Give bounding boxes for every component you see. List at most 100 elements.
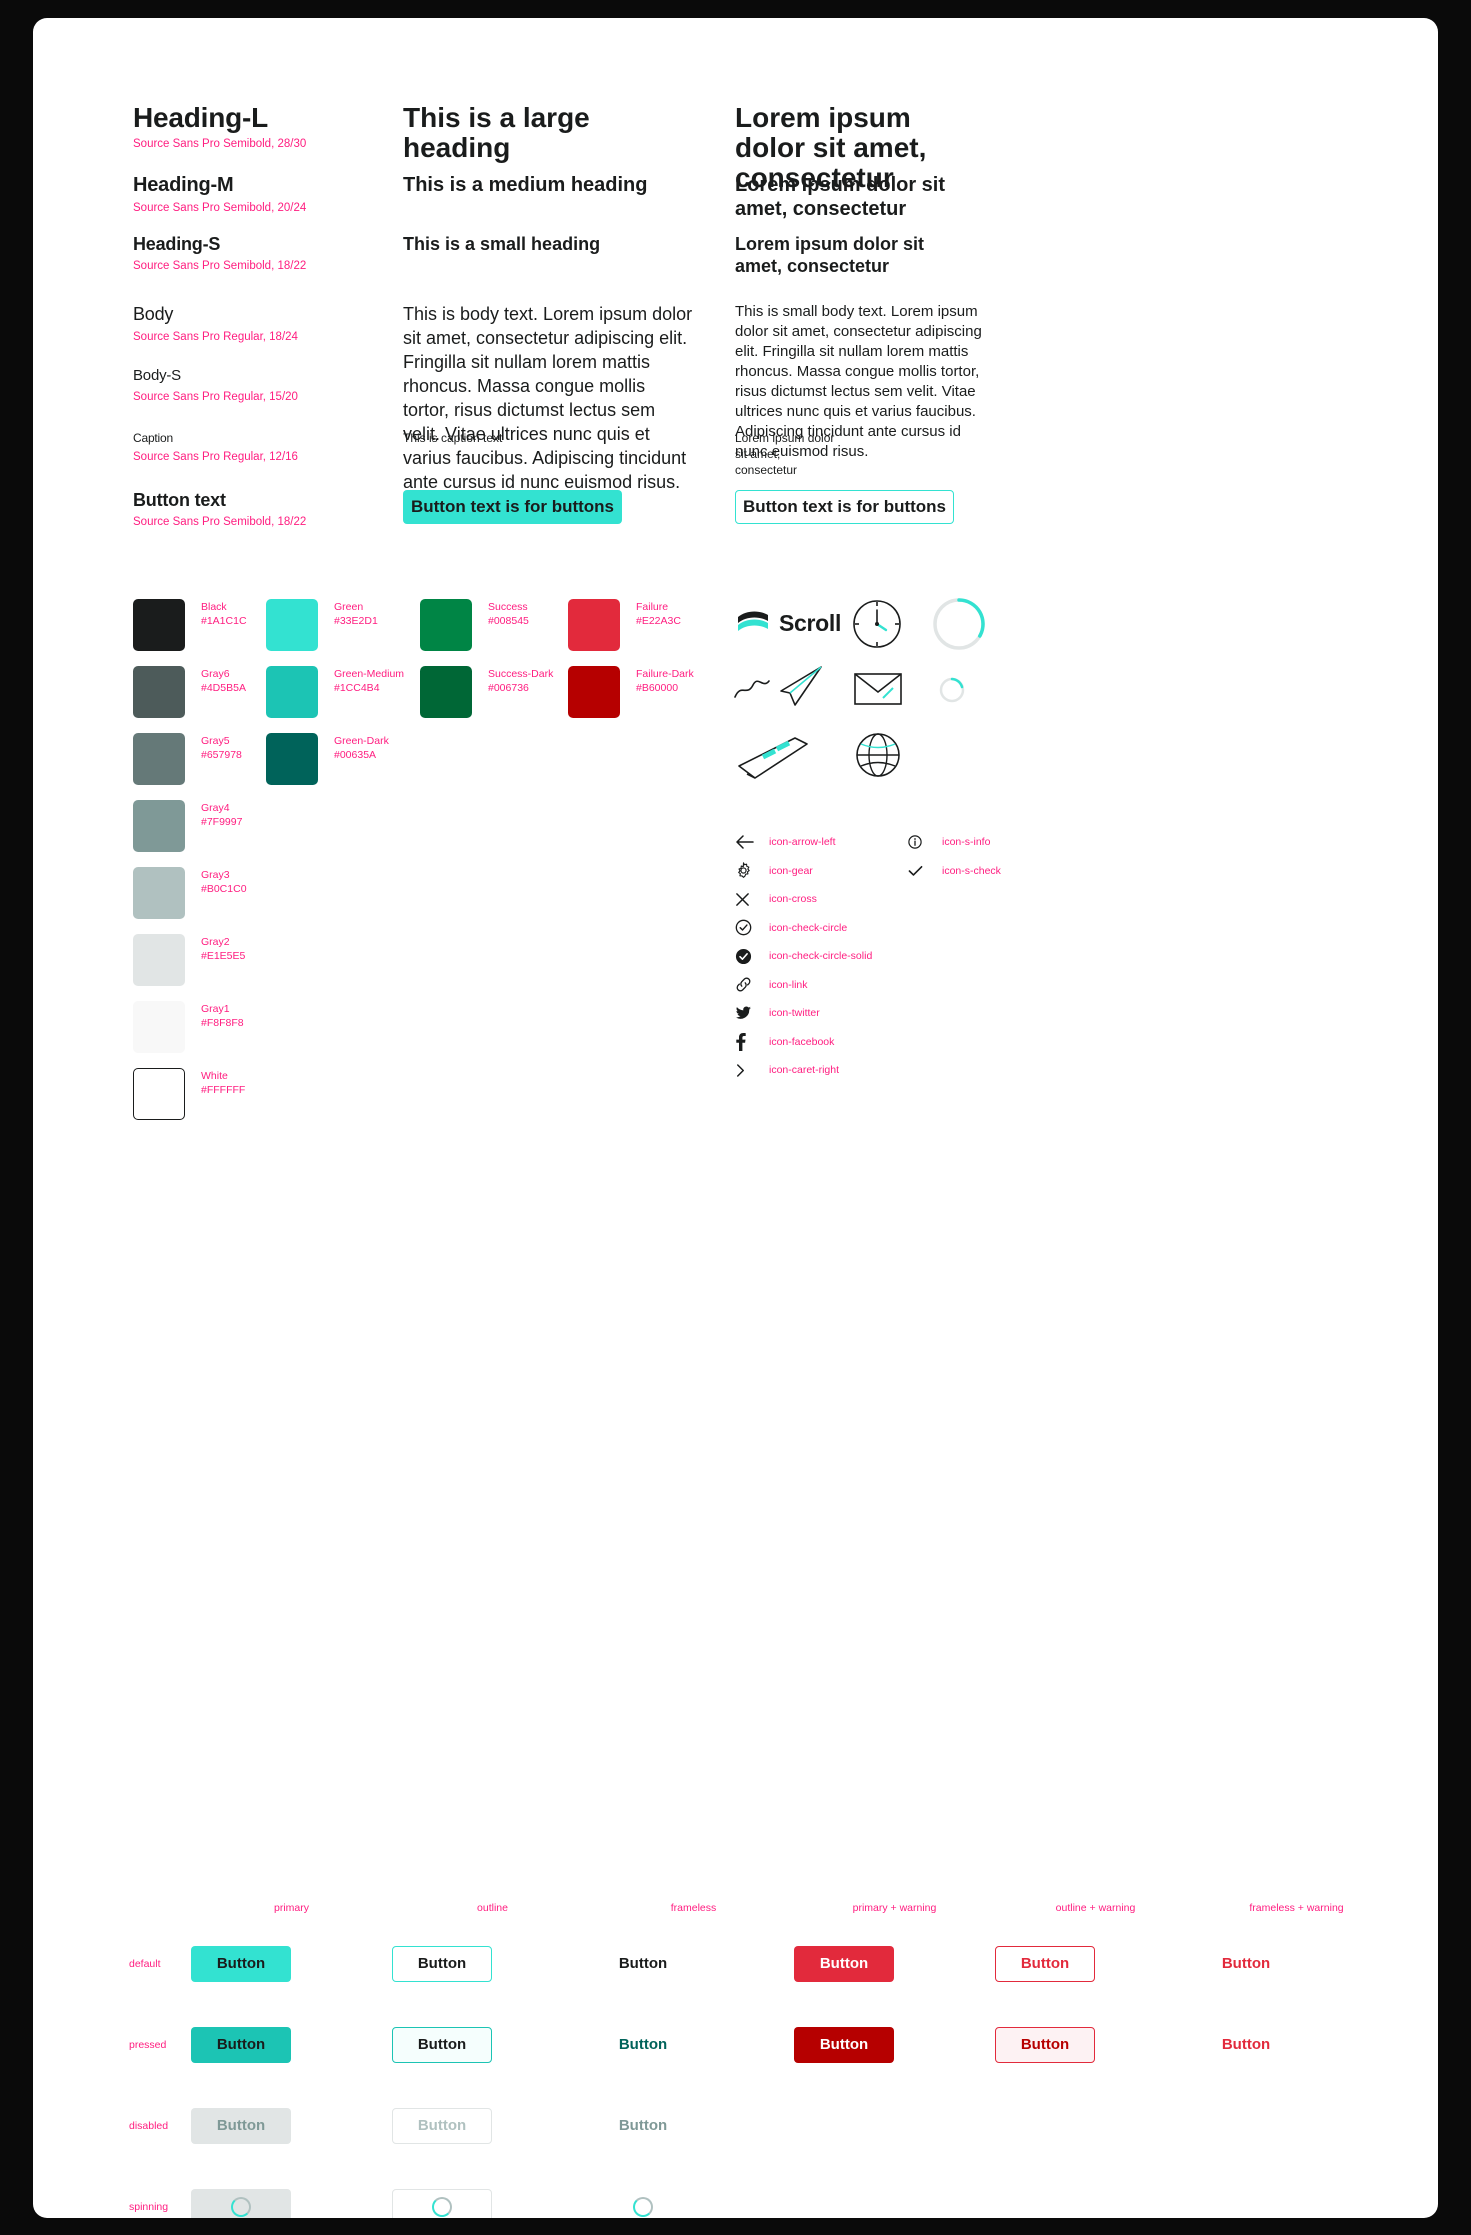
button-primary-pressed[interactable]: Button (191, 2026, 291, 2063)
swatch-group-failure-dark: Failure-Dark #B60000 (568, 666, 694, 718)
sample-caption: This is caption text (403, 430, 693, 446)
cell-outline-disabled: Button (392, 2107, 593, 2144)
swatch-label: Black #1A1C1C (201, 599, 247, 628)
button-outline-warning-pressed[interactable]: Button (995, 2026, 1095, 2063)
outlined-button-sample[interactable]: Button text is for buttons (735, 490, 954, 524)
swatch-name: Gray2 (201, 936, 230, 948)
sample-text: Lorem ipsum dolor sit amet, consectetur (735, 174, 946, 220)
swatch-name: Gray1 (201, 1003, 230, 1015)
icon-label: icon-cross (769, 893, 817, 906)
color-swatch (266, 666, 318, 718)
button-outline-pressed[interactable]: Button (392, 2026, 492, 2063)
icon-row-check-circle-solid[interactable]: icon-check-circle-solid (735, 942, 872, 971)
button-primary-warning-pressed[interactable]: Button (794, 2026, 894, 2063)
swatch-name: Gray5 (201, 735, 230, 747)
cell-primary-pressed: Button (191, 2026, 392, 2063)
cross-icon (735, 892, 757, 907)
cell-outline-pressed: Button (392, 2026, 593, 2063)
spec-heading-m: Heading-M Source Sans Pro Semibold, 20/2… (133, 173, 306, 216)
spec-name: Body-S (133, 367, 181, 384)
color-swatch (266, 733, 318, 785)
button-primary-spinning (191, 2188, 291, 2218)
info-small-icon (908, 835, 930, 849)
icon-row-check-circle[interactable]: icon-check-circle (735, 914, 872, 943)
swatch-label: Green-Dark #00635A (334, 733, 389, 762)
swatch-hex: #7F9997 (201, 816, 243, 828)
swatch-hex: #B0C1C0 (201, 883, 247, 895)
swatch-group-gray2: Gray2 #E1E5E5 (133, 934, 245, 986)
swatch-group-green: Green #33E2D1 (266, 599, 378, 651)
swatch-name: Failure-Dark (636, 668, 694, 680)
swatch-group-gray3: Gray3 #B0C1C0 (133, 867, 247, 919)
button-primary-default[interactable]: Button (191, 1945, 291, 1982)
icon-row-gear[interactable]: icon-gear (735, 857, 872, 886)
spec-name: Caption (133, 431, 173, 445)
spec-body: Body Source Sans Pro Regular, 18/24 (133, 302, 298, 345)
megaphone-illustration-icon (733, 730, 817, 789)
swatch-group-black: Black #1A1C1C (133, 599, 247, 651)
button-frameless-warning-default[interactable]: Button (1196, 1946, 1296, 1982)
icon-label: icon-s-check (942, 864, 1001, 877)
icon-row-arrow-left[interactable]: icon-arrow-left (735, 828, 872, 857)
swatch-group-green-dark: Green-Dark #00635A (266, 733, 389, 785)
gear-icon (735, 862, 757, 879)
swatch-label: Gray4 #7F9997 (201, 800, 242, 829)
icon-row-caret-right[interactable]: icon-caret-right (735, 1056, 872, 1085)
progress-ring-large-icon (931, 596, 987, 657)
color-swatch (133, 800, 185, 852)
button-frameless-spinning (593, 2189, 693, 2219)
color-swatch (133, 1068, 185, 1120)
color-swatch (133, 867, 185, 919)
swatch-label: Success #008545 (488, 599, 529, 628)
sample-text: This is body text. Lorem ipsum dolor sit… (403, 304, 693, 492)
color-swatch (568, 666, 620, 718)
color-swatch (266, 599, 318, 651)
sample-right-heading-m: Lorem ipsum dolor sit amet, consectetur (735, 173, 965, 221)
matrix-col-frameless-warning: frameless + warning (1249, 1902, 1344, 1914)
icon-label: icon-facebook (769, 1035, 835, 1048)
spec-meta: Source Sans Pro Semibold, 28/30 (133, 138, 307, 150)
icon-row-link[interactable]: icon-link (735, 971, 872, 1000)
button-outline-spinning (392, 2188, 492, 2218)
cell-frameless-warning-pressed: Button (1196, 2027, 1397, 2063)
cell-primary-warning-pressed: Button (794, 2026, 995, 2063)
cell-outline-warning-default: Button (995, 1945, 1196, 1982)
button-frameless-pressed[interactable]: Button (593, 2027, 693, 2063)
swatch-hex: #E22A3C (636, 615, 681, 627)
spinner-icon (432, 2196, 452, 2217)
icon-row-facebook[interactable]: icon-facebook (735, 1028, 872, 1057)
spinner-icon (231, 2196, 251, 2217)
icon-row-twitter[interactable]: icon-twitter (735, 999, 872, 1028)
color-swatch (133, 733, 185, 785)
spec-caption: Caption Source Sans Pro Regular, 12/16 (133, 430, 298, 465)
icon-row-s-check[interactable]: icon-s-check (908, 857, 1001, 886)
cell-frameless-warning-default: Button (1196, 1946, 1397, 1982)
swatch-hex: #1A1C1C (201, 615, 247, 627)
matrix-row-label: disabled (129, 2119, 169, 2132)
twitter-icon (735, 1006, 757, 1021)
icon-row-cross[interactable]: icon-cross (735, 885, 872, 914)
icon-list-right: icon-s-info icon-s-check (908, 828, 1001, 885)
button-frameless-default[interactable]: Button (593, 1946, 693, 1982)
matrix-row-disabled: disabled Button Button Button (129, 2085, 1399, 2166)
button-primary-warning-default[interactable]: Button (794, 1945, 894, 1982)
arrow-left-icon (735, 835, 757, 849)
spec-meta: Source Sans Pro Semibold, 18/22 (133, 260, 307, 272)
button-primary-disabled: Button (191, 2107, 291, 2144)
filled-button-sample[interactable]: Button text is for buttons (403, 490, 622, 524)
swatch-label: Gray6 #4D5B5A (201, 666, 246, 695)
spec-meta: Source Sans Pro Regular, 18/24 (133, 331, 298, 343)
cell-frameless-spinning (593, 2189, 794, 2219)
matrix-header-row: primary outline frameless primary + warn… (129, 1893, 1399, 1923)
sample-text: Lorem ipsum dolor sit amet, consectetur (735, 234, 925, 276)
button-outline-disabled: Button (392, 2107, 492, 2144)
sample-text: Lorem ipsum dolor sit amet, consectetur (735, 431, 835, 477)
sample-body: This is body text. Lorem ipsum dolor sit… (403, 302, 693, 494)
icon-row-s-info[interactable]: icon-s-info (908, 828, 1001, 857)
color-swatch (133, 934, 185, 986)
button-outline-warning-default[interactable]: Button (995, 1945, 1095, 1982)
swatch-name: Success-Dark (488, 668, 554, 680)
button-frameless-warning-pressed[interactable]: Button (1196, 2027, 1296, 2063)
sample-heading-l: This is a large heading (403, 103, 693, 163)
button-outline-default[interactable]: Button (392, 1945, 492, 1982)
